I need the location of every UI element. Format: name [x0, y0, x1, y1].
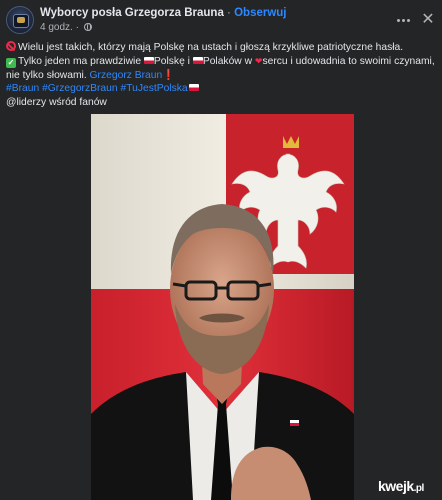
mention-link[interactable]: Grzegorz Braun — [90, 70, 163, 81]
separator: · — [227, 7, 231, 19]
post-line-1: Wielu jest takich, którzy mają Polskę na… — [6, 41, 438, 55]
no-entry-icon — [6, 41, 16, 51]
post-line-2: ✓ Tylko jeden ma prawdziwie Polskę i Pola… — [6, 55, 435, 68]
post-meta: 4 godz. · — [40, 22, 92, 33]
post-line-3: nie tylko słowami. Grzegorz Braun❗ — [6, 69, 176, 81]
portrait-with-flag-image — [91, 114, 354, 500]
post-header: Wyborcy posła Grzegorza Brauna · Obserwu… — [0, 0, 442, 40]
hashtag-links[interactable]: #Braun #GrzegorzBraun #TuJestPolska — [6, 83, 188, 94]
check-mark-icon: ✓ — [6, 57, 16, 68]
poland-flag-icon — [188, 84, 199, 92]
hashtags: #Braun #GrzegorzBraun #TuJestPolska — [6, 82, 438, 96]
kwejk-watermark: kwejk.pl — [378, 478, 424, 494]
close-icon[interactable]: ✕ — [418, 10, 438, 30]
poland-flag-icon — [143, 56, 154, 64]
post-time[interactable]: 4 godz. — [40, 22, 73, 33]
mention-line: @liderzy wśród fanów — [6, 96, 438, 110]
more-dots-icon[interactable] — [393, 10, 413, 30]
meta-separator: · — [75, 22, 79, 33]
globe-icon — [83, 23, 92, 31]
post-text: Wielu jest takich, którzy mają Polskę na… — [6, 41, 438, 110]
page-name-row: Wyborcy posła Grzegorza Brauna · Obserwu… — [40, 7, 287, 19]
top-fans-mention[interactable]: @liderzy wśród fanów — [6, 97, 107, 108]
page-name-link[interactable]: Wyborcy posła Grzegorza Brauna — [40, 7, 224, 19]
exclamation-icon: ❗ — [162, 69, 176, 81]
page-avatar[interactable] — [6, 6, 34, 34]
follow-button[interactable]: Obserwuj — [234, 7, 286, 19]
poland-flag-icon — [192, 56, 203, 64]
post-image[interactable] — [91, 114, 354, 500]
